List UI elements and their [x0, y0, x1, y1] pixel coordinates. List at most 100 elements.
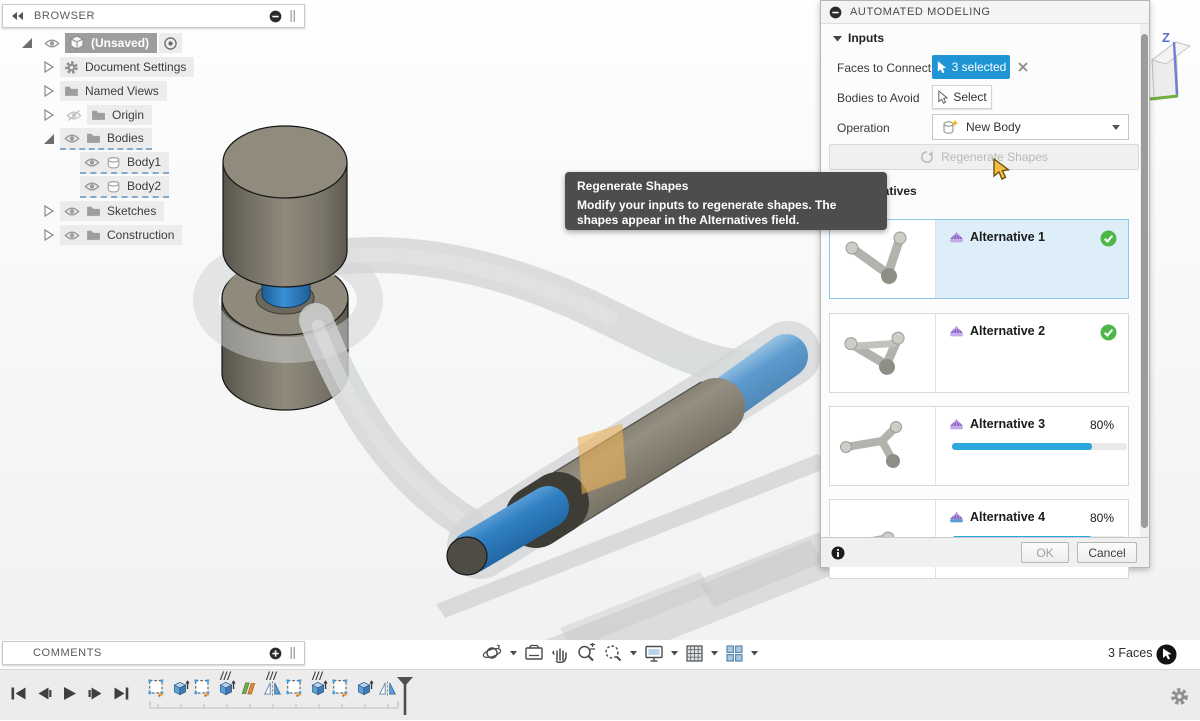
- panel-grip[interactable]: [290, 647, 296, 659]
- operation-dropdown[interactable]: New Body: [932, 114, 1129, 140]
- alternative-card-2[interactable]: Alternative 2: [829, 313, 1129, 393]
- timeline-feature-mirror[interactable]: [263, 679, 282, 698]
- mouse-cursor: [991, 158, 1011, 182]
- comments-bar[interactable]: COMMENTS: [2, 641, 305, 665]
- faces-selected-button[interactable]: 3 selected: [932, 55, 1010, 79]
- alternative-name: Alternative 2: [970, 324, 1045, 338]
- chevron-down-icon[interactable]: [630, 651, 637, 656]
- alternative-name: Alternative 4: [970, 510, 1045, 524]
- orbit-icon[interactable]: [482, 643, 503, 663]
- alternative-thumbnail: [830, 407, 936, 485]
- regenerate-shapes-button[interactable]: Regenerate Shapes: [829, 144, 1139, 170]
- dialog-header[interactable]: AUTOMATED MODELING: [821, 1, 1149, 24]
- panel-scrollbar-track[interactable]: [1140, 24, 1149, 538]
- chevron-down-icon[interactable]: [510, 651, 517, 656]
- comments-title: COMMENTS: [33, 647, 269, 659]
- operation-label: Operation: [837, 121, 890, 135]
- timeline-feature-mirror[interactable]: [378, 679, 397, 698]
- play-button[interactable]: [62, 686, 78, 701]
- select-cursor-icon: [936, 60, 947, 75]
- look-at-icon[interactable]: [524, 644, 544, 662]
- panel-scrollbar-thumb[interactable]: [1141, 34, 1148, 528]
- cylinder-top: [223, 126, 347, 287]
- bodies-select-label: Select: [953, 90, 986, 104]
- fusion-viewport: Z BROWSER (Unsaved) Document Settings Na…: [0, 0, 1200, 720]
- timeline-feature-sketch[interactable]: [194, 679, 213, 698]
- chevron-down-icon[interactable]: [671, 651, 678, 656]
- tooltip-body: Modify your inputs to regenerate shapes.…: [577, 198, 875, 228]
- alternative-card-3[interactable]: Alternative 3 80%: [829, 406, 1129, 486]
- bodies-select-button[interactable]: Select: [932, 85, 992, 109]
- timeline-feature-extrude[interactable]: [309, 679, 328, 698]
- minimize-dialog-icon[interactable]: [829, 6, 842, 19]
- progress-bar: [952, 443, 1127, 450]
- alternative-thumbnail: [830, 314, 936, 392]
- alternative-name: Alternative 3: [970, 417, 1045, 431]
- zoom-fit-icon[interactable]: [603, 643, 623, 663]
- dialog-title: AUTOMATED MODELING: [850, 6, 991, 18]
- operation-value: New Body: [966, 120, 1105, 134]
- faces-selected-count: 3 selected: [952, 60, 1007, 74]
- timeline-feature-strip: ||| ||| |||: [148, 670, 418, 721]
- skip-to-start-button[interactable]: [10, 686, 27, 701]
- inputs-section-header[interactable]: Inputs: [833, 31, 884, 45]
- section-collapse-icon: [833, 35, 842, 42]
- pin-end-cap: [447, 537, 487, 575]
- mesh-body-icon: [948, 229, 965, 249]
- status-complete-icon: [1100, 324, 1117, 341]
- zoom-icon[interactable]: [576, 643, 596, 663]
- cancel-label: Cancel: [1088, 546, 1125, 560]
- viewports-icon[interactable]: [725, 644, 744, 663]
- timeline-playhead[interactable]: [396, 677, 414, 717]
- selection-count: 3 Faces: [1108, 646, 1152, 660]
- clear-selection-icon[interactable]: [1017, 61, 1029, 73]
- mesh-body-icon: [948, 509, 965, 529]
- new-body-icon: [941, 119, 959, 135]
- regenerate-icon: [920, 150, 934, 164]
- pan-icon[interactable]: [551, 644, 569, 663]
- display-settings-icon[interactable]: [644, 644, 664, 663]
- automated-modeling-dialog: AUTOMATED MODELING Inputs Faces to Conne…: [820, 0, 1150, 568]
- mesh-body-icon: [948, 416, 965, 436]
- faces-to-connect-label: Faces to Connect: [837, 61, 931, 75]
- info-icon[interactable]: [831, 546, 845, 560]
- view-cube[interactable]: Z: [1150, 30, 1190, 100]
- cancel-button[interactable]: Cancel: [1077, 542, 1137, 563]
- ok-button[interactable]: OK: [1021, 542, 1069, 563]
- ok-label: OK: [1036, 546, 1053, 560]
- dialog-footer: OK Cancel: [821, 537, 1149, 567]
- step-back-button[interactable]: [36, 686, 53, 701]
- alternative-thumbnail: [830, 220, 936, 298]
- progress-percent: 80%: [1090, 418, 1114, 432]
- viewcube-z-label: Z: [1162, 30, 1170, 45]
- timeline-group-bracket: [148, 701, 406, 711]
- timeline-feature-sketch[interactable]: [332, 679, 351, 698]
- timeline-feature-sketch[interactable]: [286, 679, 305, 698]
- selection-tools-icon[interactable]: [1156, 644, 1177, 665]
- status-complete-icon: [1100, 230, 1117, 247]
- timeline-feature-extrude[interactable]: [171, 679, 190, 698]
- navigation-toolbar: [482, 643, 758, 663]
- add-comment-icon[interactable]: [269, 647, 282, 660]
- skip-to-end-button[interactable]: [113, 686, 130, 701]
- mesh-body-icon: [948, 323, 965, 343]
- alternative-name: Alternative 1: [970, 230, 1045, 244]
- chevron-down-icon[interactable]: [711, 651, 718, 656]
- timeline-feature-sketch[interactable]: [148, 679, 167, 698]
- select-cursor-icon: [937, 90, 948, 105]
- timeline-bar: ||| ||| |||: [0, 669, 1200, 720]
- regenerate-shapes-tooltip: Regenerate Shapes Modify your inputs to …: [565, 172, 887, 230]
- chevron-down-icon[interactable]: [751, 651, 758, 656]
- timeline-feature-plane[interactable]: [240, 679, 259, 698]
- timeline-feature-extrude[interactable]: [355, 679, 374, 698]
- grid-snap-icon[interactable]: [685, 644, 704, 663]
- timeline-settings-gear-icon[interactable]: [1170, 687, 1189, 706]
- inputs-section-label: Inputs: [848, 31, 884, 45]
- bodies-to-avoid-label: Bodies to Avoid: [837, 91, 920, 105]
- chevron-down-icon: [1112, 125, 1120, 130]
- step-forward-button[interactable]: [87, 686, 104, 701]
- tooltip-title: Regenerate Shapes: [577, 179, 875, 193]
- progress-percent: 80%: [1090, 511, 1114, 525]
- alternative-card-1[interactable]: Alternative 1: [829, 219, 1129, 299]
- timeline-feature-extrude[interactable]: [217, 679, 236, 698]
